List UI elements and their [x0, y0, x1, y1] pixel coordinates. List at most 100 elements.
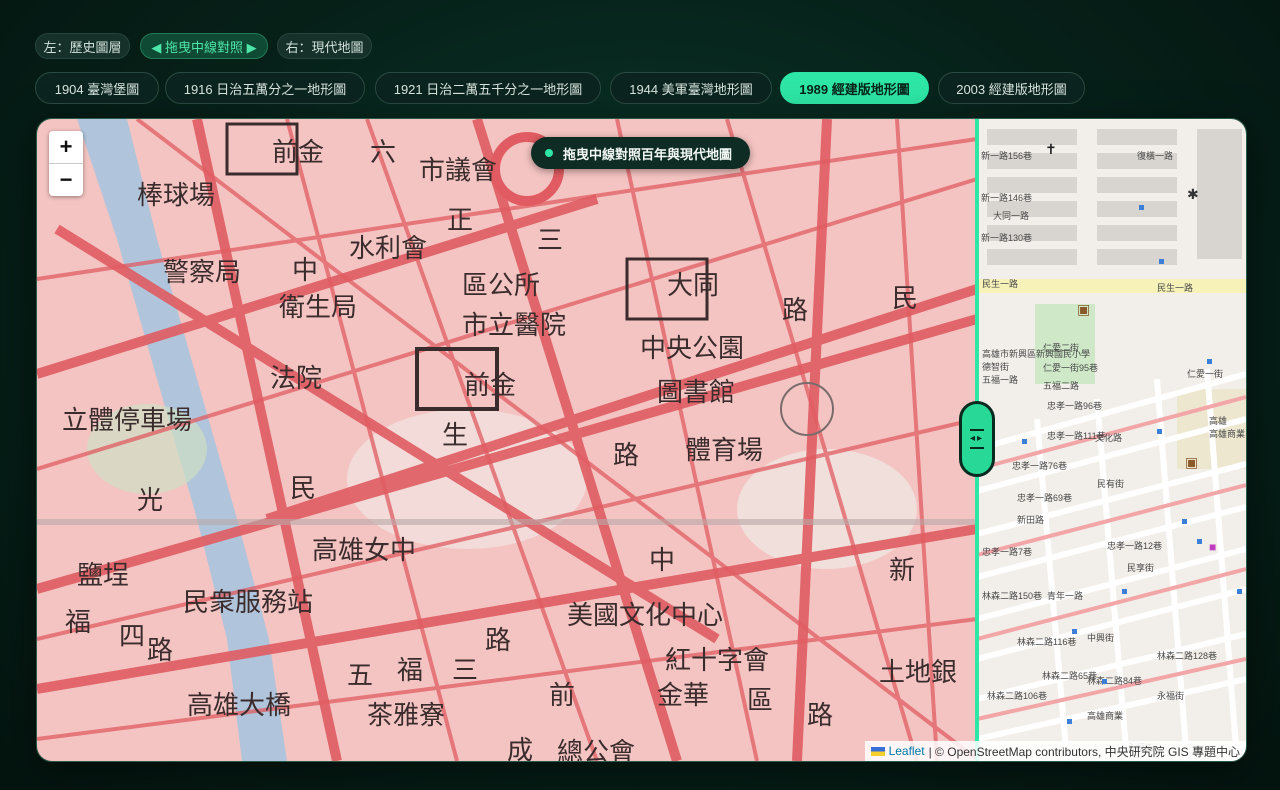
map-label: 四 — [119, 622, 145, 652]
map-label: 美國文化中心 — [567, 601, 723, 631]
poi-icon: ✱ — [1187, 186, 1199, 202]
left-layer-hint: 左：歷史圖層 — [35, 33, 130, 59]
street-label: 民生一路 — [982, 278, 1018, 289]
attribution: Leaflet | © OpenStreetMap contributors, … — [864, 741, 1246, 761]
tab-1989[interactable]: 1989 經建版地形圖 — [780, 72, 929, 104]
street-label: 大同一路 — [993, 210, 1029, 221]
handle-line-icon — [970, 447, 984, 449]
map-label: 福 — [397, 656, 423, 686]
map-label: 正 — [447, 206, 473, 236]
street-label: 新一路130巷 — [981, 232, 1032, 243]
map-label: 金華 — [657, 681, 709, 711]
split-handle[interactable]: ◂▸ — [959, 401, 995, 477]
map-label: 高雄女中 — [312, 536, 416, 566]
map-label: 高雄大橋 — [187, 691, 291, 721]
street-label: 民享街 — [1127, 562, 1154, 573]
map-label: 體育場 — [685, 436, 763, 466]
street-label: 林森二路150巷 — [982, 590, 1042, 601]
tab-1944[interactable]: 1944 美軍臺灣地形圖 — [610, 72, 772, 104]
map-label: 衛生局 — [279, 293, 357, 323]
map-title: 拖曳中線對照百年與現代地圖 — [531, 137, 751, 169]
map-label: 民 — [892, 284, 918, 314]
ukraine-flag-icon — [870, 746, 885, 756]
map-label: 市立醫院 — [462, 311, 566, 341]
street-label: 中興街 — [1087, 632, 1114, 643]
map-label: 路 — [782, 296, 808, 326]
right-layer-hint: 右：現代地圖 — [277, 33, 372, 59]
map-label: 前 — [549, 681, 575, 711]
zoom-in-button[interactable]: + — [49, 131, 83, 163]
map-label: 市議會 — [419, 156, 497, 186]
street-label: 五福二路 — [1043, 380, 1079, 391]
tab-1904[interactable]: 1904 臺灣堡圖 — [35, 72, 159, 104]
street-label: 文化路 — [1095, 432, 1122, 443]
street-label: 復橫一路 — [1137, 150, 1173, 161]
zoom-control: + − — [49, 131, 83, 196]
map-canvas[interactable]: 前金 六 市議會 棒球場 正 水利會 三 警察局 中 區公所 大同 衛生局 市立… — [37, 119, 1246, 761]
map-label: 鹽埕 — [77, 561, 129, 591]
street-label: 仁愛一街 — [1187, 368, 1223, 379]
street-label: 林森二路128巷 — [1157, 650, 1217, 661]
map-viewport[interactable]: 前金 六 市議會 棒球場 正 水利會 三 警察局 中 區公所 大同 衛生局 市立… — [36, 118, 1247, 762]
map-label: 民衆服務站 — [183, 588, 313, 618]
map-label: 圖書館 — [657, 378, 735, 408]
drag-hint: ◀ 拖曳中線對照 ▶ — [140, 33, 268, 59]
map-label: 中 — [649, 546, 675, 576]
street-label: 高雄商業 — [1087, 710, 1123, 721]
street-label: 民生一路 — [1157, 282, 1193, 293]
attribution-text: | © OpenStreetMap contributors, 中央研究院 GI… — [928, 744, 1240, 759]
map-label: 三 — [452, 656, 478, 686]
status-dot-icon — [545, 149, 553, 157]
map-label: 生 — [442, 421, 468, 451]
map-label: 總公會 — [557, 738, 635, 761]
street-label: 仁愛二街 — [1043, 342, 1079, 353]
map-label: 水利會 — [349, 234, 427, 264]
map-label: 茶雅寮 — [367, 701, 445, 731]
map-label: 前金 — [272, 138, 324, 168]
street-label: 忠孝一路7巷 — [982, 546, 1032, 557]
map-label: 五 — [347, 661, 373, 691]
map-label: 立體停車場 — [62, 406, 192, 436]
map-title-text: 拖曳中線對照百年與現代地圖 — [563, 146, 733, 162]
handle-line-icon — [970, 429, 984, 431]
street-label: 五福一路 — [982, 374, 1018, 385]
map-label: 中央公園 — [640, 334, 744, 364]
street-label: 林森二路106巷 — [987, 690, 1047, 701]
map-label: 福 — [65, 608, 91, 638]
street-label: 高雄商業 — [1209, 428, 1245, 439]
map-label: 區公所 — [462, 271, 540, 301]
leaflet-link[interactable]: Leaflet — [889, 744, 925, 758]
map-label: 民 — [290, 474, 316, 504]
historic-map-layer: 前金 六 市議會 棒球場 正 水利會 三 警察局 中 區公所 大同 衛生局 市立… — [37, 119, 979, 761]
map-label: 路 — [147, 636, 173, 666]
school-icon: ▣ — [1077, 301, 1090, 317]
zoom-out-button[interactable]: − — [49, 163, 83, 196]
shop-icon: ■ — [1209, 540, 1216, 554]
street-label: 林森二路116巷 — [1017, 636, 1076, 647]
modern-map-layer: 新一路156巷 復橫一路 新一路146巷 大同一路 新一路130巷 民生一路 民… — [976, 119, 1246, 761]
arrows-left-right-icon: ◂▸ — [969, 433, 985, 444]
map-label: 警察局 — [163, 258, 241, 288]
map-label: 紅十字會 — [665, 646, 769, 676]
street-label: 青年一路 — [1047, 590, 1083, 601]
street-label: 林森二路84巷 — [1087, 675, 1142, 686]
map-label: 成 — [507, 736, 533, 761]
map-label: 前金 — [464, 371, 516, 401]
street-label: 忠孝一路69巷 — [1017, 492, 1072, 503]
tab-1916[interactable]: 1916 日治五萬分之一地形圖 — [165, 72, 365, 104]
street-label: 仁愛一街95巷 — [1043, 362, 1098, 373]
street-label: 忠孝一路76巷 — [1012, 460, 1067, 471]
street-label: 永福街 — [1157, 690, 1184, 701]
street-label: 新田路 — [1017, 514, 1044, 525]
map-label: 棒球場 — [137, 181, 215, 211]
map-label: 大同 — [667, 271, 719, 301]
map-label: 中 — [292, 256, 318, 286]
church-icon: ✝ — [1045, 141, 1057, 157]
street-label: 忠孝一路12巷 — [1107, 540, 1162, 551]
tab-2003[interactable]: 2003 經建版地形圖 — [938, 72, 1085, 104]
map-label: 路 — [485, 626, 511, 656]
tab-1921[interactable]: 1921 日治二萬五千分之一地形圖 — [375, 72, 601, 104]
map-label: 區 — [747, 686, 773, 716]
map-label: 土地銀 — [879, 658, 957, 688]
street-label: 民有街 — [1097, 478, 1124, 489]
